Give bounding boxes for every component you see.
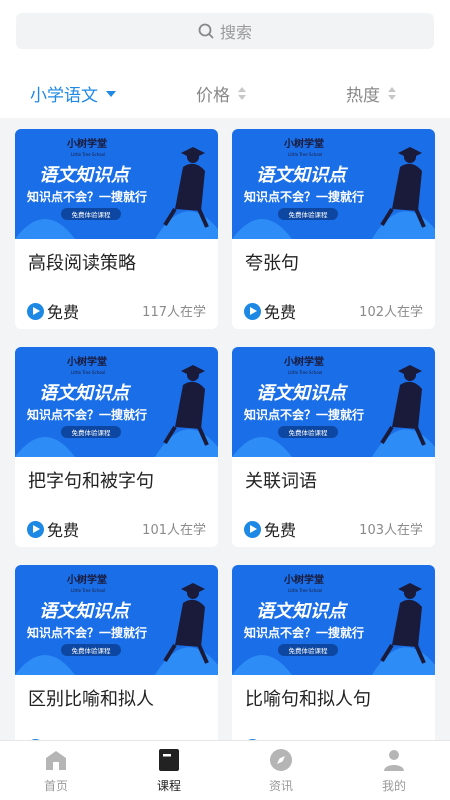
course-banner-image: 小树学堂 Little Tree School 语文知识点 知识点不会？一搜就行…: [232, 565, 435, 675]
school-name: 小树学堂: [66, 355, 107, 368]
filter-popularity[interactable]: 热度: [346, 81, 396, 106]
course-card[interactable]: 小树学堂 Little Tree School 语文知识点 知识点不会？一搜就行…: [15, 347, 218, 547]
school-name-en: Little Tree School: [71, 370, 105, 375]
banner-headline: 语文知识点: [39, 383, 132, 404]
banner-badge: 免费体验课程: [289, 428, 329, 437]
play-icon: [27, 520, 44, 538]
course-card[interactable]: 小树学堂 Little Tree School 语文知识点 知识点不会？一搜就行…: [232, 129, 435, 329]
banner-badge: 免费体验课程: [289, 210, 329, 219]
tab-profile-label: 我的: [381, 779, 406, 793]
course-title: 高段阅读策略: [28, 253, 136, 274]
course-banner-image: 小树学堂 Little Tree School 语文知识点 知识点不会？一搜就行…: [15, 565, 218, 675]
filter-bar: 小学语文 价格 热度: [0, 62, 450, 118]
school-name: 小树学堂: [283, 137, 324, 150]
course-grid: 小树学堂 Little Tree School 语文知识点 知识点不会？一搜就行…: [0, 118, 450, 740]
filter-price[interactable]: 价格: [196, 81, 246, 106]
course-banner-image: 小树学堂 Little Tree School 语文知识点 知识点不会？一搜就行…: [15, 129, 218, 239]
tab-news-label: 资讯: [268, 779, 293, 793]
filter-popularity-label: 热度: [346, 86, 380, 106]
search-input[interactable]: 搜索: [16, 13, 434, 49]
banner-headline: 语文知识点: [39, 165, 132, 186]
bottom-tab-bar: 首页 课程 资讯 我的: [0, 740, 450, 800]
banner-badge: 免费体验课程: [289, 646, 329, 655]
price-label: 免费: [47, 521, 80, 540]
price-tag: 免费: [244, 299, 296, 323]
home-icon: [46, 751, 66, 770]
banner-subline: 知识点不会？一搜就行: [243, 407, 364, 422]
course-card[interactable]: 小树学堂 Little Tree School 语文知识点 知识点不会？一搜就行…: [232, 565, 435, 740]
play-icon: [27, 302, 44, 320]
sort-icon: [388, 87, 396, 100]
filter-subject[interactable]: 小学语文: [30, 81, 116, 106]
school-name: 小树学堂: [283, 355, 324, 368]
banner-headline: 语文知识点: [256, 601, 349, 622]
tab-course[interactable]: 课程: [134, 747, 204, 794]
banner-headline: 语文知识点: [256, 165, 349, 186]
profile-icon: [384, 750, 404, 771]
filter-price-label: 价格: [196, 86, 230, 106]
banner-headline: 语文知识点: [256, 383, 349, 404]
tab-home[interactable]: 首页: [21, 747, 91, 794]
learner-count: 102人在学: [359, 305, 423, 320]
school-name-en: Little Tree School: [71, 152, 105, 157]
course-banner-image: 小树学堂 Little Tree School 语文知识点 知识点不会？一搜就行…: [232, 347, 435, 457]
school-name-en: Little Tree School: [288, 152, 322, 157]
banner-subline: 知识点不会？一搜就行: [243, 189, 364, 204]
price-label: 免费: [47, 303, 80, 322]
course-title: 区别比喻和拟人: [28, 689, 154, 710]
tab-news[interactable]: 资讯: [246, 747, 316, 794]
school-name: 小树学堂: [283, 573, 324, 586]
caret-down-icon: [106, 90, 116, 97]
school-name-en: Little Tree School: [288, 370, 322, 375]
school-name: 小树学堂: [66, 573, 107, 586]
play-icon: [244, 302, 261, 320]
tab-home-label: 首页: [43, 779, 68, 793]
price-label: 免费: [264, 303, 297, 322]
price-tag: 免费: [27, 299, 79, 323]
course-card[interactable]: 小树学堂 Little Tree School 语文知识点 知识点不会？一搜就行…: [15, 129, 218, 329]
learner-count: 103人在学: [359, 523, 423, 538]
search-icon: [198, 23, 214, 39]
banner-subline: 知识点不会？一搜就行: [243, 625, 364, 640]
school-name-en: Little Tree School: [288, 588, 322, 593]
course-title: 把字句和被字句: [28, 471, 154, 492]
search-header: 搜索: [0, 0, 450, 62]
course-card[interactable]: 小树学堂 Little Tree School 语文知识点 知识点不会？一搜就行…: [15, 565, 218, 740]
learner-count: 117人在学: [142, 305, 206, 320]
course-title: 关联词语: [245, 471, 317, 492]
school-name-en: Little Tree School: [71, 588, 105, 593]
banner-badge: 免费体验课程: [72, 428, 112, 437]
price-tag: 免费: [27, 517, 79, 541]
course-title: 夸张句: [245, 253, 299, 274]
filter-subject-label: 小学语文: [30, 86, 98, 106]
price-tag: 免费: [244, 517, 296, 541]
course-icon: [159, 749, 179, 771]
banner-subline: 知识点不会？一搜就行: [26, 407, 147, 422]
banner-badge: 免费体验课程: [72, 210, 112, 219]
price-label: 免费: [264, 521, 297, 540]
course-banner-image: 小树学堂 Little Tree School 语文知识点 知识点不会？一搜就行…: [232, 129, 435, 239]
course-banner-image: 小树学堂 Little Tree School 语文知识点 知识点不会？一搜就行…: [15, 347, 218, 457]
compass-icon: [270, 749, 292, 771]
tab-course-label: 课程: [156, 779, 181, 793]
search-placeholder: 搜索: [219, 23, 252, 42]
banner-subline: 知识点不会？一搜就行: [26, 625, 147, 640]
learner-count: 101人在学: [142, 523, 206, 538]
banner-headline: 语文知识点: [39, 601, 132, 622]
course-title: 比喻句和拟人句: [245, 689, 371, 710]
banner-badge: 免费体验课程: [72, 646, 112, 655]
course-card[interactable]: 小树学堂 Little Tree School 语文知识点 知识点不会？一搜就行…: [232, 347, 435, 547]
sort-icon: [238, 87, 246, 100]
tab-profile[interactable]: 我的: [359, 747, 429, 794]
banner-subline: 知识点不会？一搜就行: [26, 189, 147, 204]
play-icon: [244, 520, 261, 538]
school-name: 小树学堂: [66, 137, 107, 150]
